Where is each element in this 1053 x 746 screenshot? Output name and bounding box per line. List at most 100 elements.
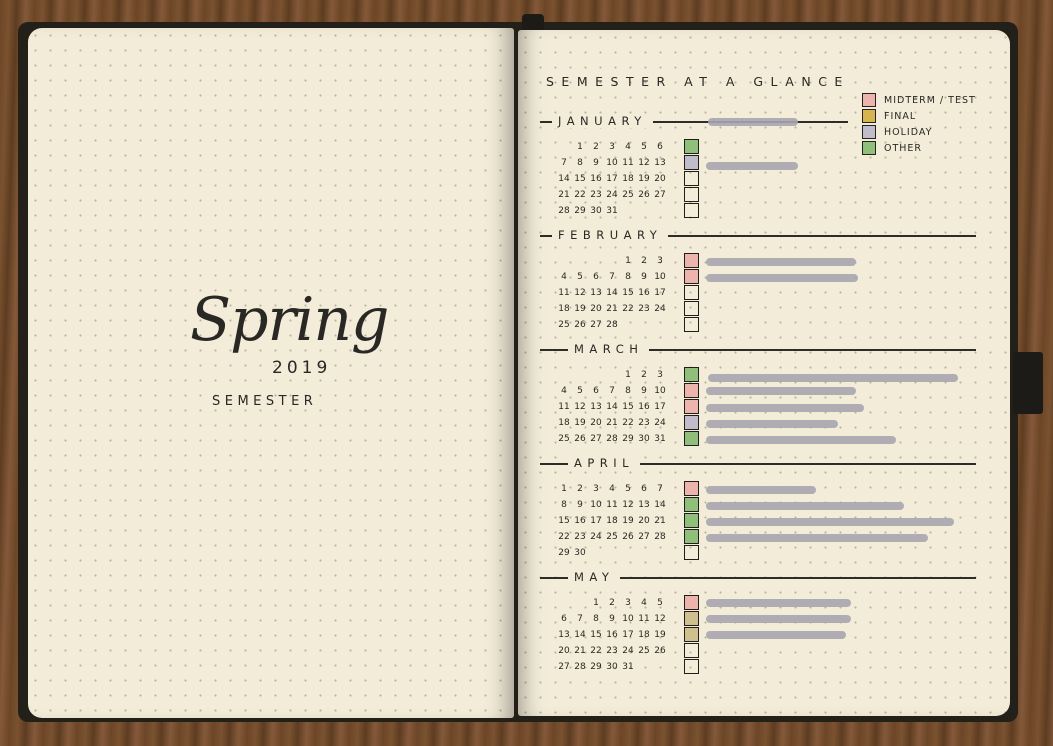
redacted-event-text bbox=[706, 258, 856, 266]
redacted-event-text bbox=[706, 599, 851, 607]
redacted-event-text bbox=[706, 518, 954, 526]
event-checkbox bbox=[684, 269, 699, 284]
month-name: MARCH bbox=[568, 342, 650, 356]
calendar-day: 18 bbox=[622, 174, 634, 184]
calendar-week: 6 7 8 9 10 11 12 bbox=[556, 611, 668, 627]
calendar-day: 11 bbox=[558, 288, 570, 298]
calendar-day: 18 bbox=[558, 418, 570, 428]
legend-item: OTHER bbox=[862, 140, 922, 156]
calendar-day: 30 bbox=[606, 662, 618, 672]
calendar-day: 30 bbox=[638, 434, 650, 444]
calendar-day: 25 bbox=[622, 190, 634, 200]
calendar-day: 6 bbox=[593, 272, 599, 282]
redacted-event-text bbox=[708, 118, 798, 126]
calendar-day: 11 bbox=[606, 500, 618, 510]
calendar-day: 4 bbox=[561, 272, 567, 282]
calendar-day: 24 bbox=[654, 418, 666, 428]
calendar-day: 19 bbox=[638, 174, 650, 184]
calendar-day: 16 bbox=[590, 174, 602, 184]
calendar-day: 21 bbox=[606, 418, 618, 428]
calendar-day: 8 bbox=[625, 272, 631, 282]
calendar-day: 18 bbox=[558, 304, 570, 314]
semester-label: SEMESTER bbox=[212, 394, 318, 409]
calendar-day: 25 bbox=[638, 646, 650, 656]
calendar-day: 12 bbox=[574, 288, 586, 298]
calendar-day: 19 bbox=[574, 304, 586, 314]
legend-color-box bbox=[862, 93, 876, 107]
legend-color-box bbox=[862, 109, 876, 123]
legend-item: FINAL bbox=[862, 108, 916, 124]
calendar-week: 123 bbox=[556, 253, 668, 269]
event-checkbox bbox=[684, 139, 699, 154]
calendar-day: 27 bbox=[638, 532, 650, 542]
calendar-day: 26 bbox=[622, 532, 634, 542]
calendar-day: 29 bbox=[574, 206, 586, 216]
calendar-day: 23 bbox=[590, 190, 602, 200]
calendar-day: 17 bbox=[606, 174, 618, 184]
event-checkbox bbox=[684, 643, 699, 658]
left-page bbox=[28, 28, 514, 718]
redacted-event-text bbox=[706, 162, 798, 170]
calendar-day: 12 bbox=[638, 158, 650, 168]
calendar-day: 31 bbox=[654, 434, 666, 444]
calendar-day: 30 bbox=[574, 548, 586, 558]
calendar-day: 1 bbox=[625, 370, 631, 380]
calendar-day: 20 bbox=[654, 174, 666, 184]
redacted-event-text bbox=[706, 387, 856, 395]
event-checkbox bbox=[684, 659, 699, 674]
calendar-day: 14 bbox=[558, 174, 570, 184]
calendar-day: 13 bbox=[638, 500, 650, 510]
event-checkbox bbox=[684, 253, 699, 268]
calendar-day: 18 bbox=[606, 516, 618, 526]
calendar-day: 22 bbox=[558, 532, 570, 542]
calendar-day: 14 bbox=[606, 288, 618, 298]
calendar-week: 22 23 24 25 26 27 28 bbox=[556, 529, 668, 545]
legend-color-box bbox=[862, 141, 876, 155]
month-calendar: 1 2 3 4 5 6 7 8 9 10 11 12 13 14 15 16 17 18 19 20 21 22 23 24 2… bbox=[556, 139, 668, 219]
calendar-day: 13 bbox=[590, 288, 602, 298]
calendar-day: 22 bbox=[590, 646, 602, 656]
calendar-day: 2 bbox=[577, 484, 583, 494]
calendar-day: 17 bbox=[654, 402, 666, 412]
calendar-day: 15 bbox=[574, 174, 586, 184]
legend-label: MIDTERM / TEST bbox=[884, 94, 976, 106]
calendar-day: 6 bbox=[641, 484, 647, 494]
calendar-day: 19 bbox=[654, 630, 666, 640]
calendar-day: 12 bbox=[574, 402, 586, 412]
calendar-day: 14 bbox=[654, 500, 666, 510]
calendar-day: 7 bbox=[561, 158, 567, 168]
calendar-day: 28 bbox=[606, 434, 618, 444]
calendar-day: 3 bbox=[625, 598, 631, 608]
calendar-day: 27 bbox=[654, 190, 666, 200]
event-checkbox bbox=[684, 611, 699, 626]
redacted-event-text bbox=[706, 615, 851, 623]
calendar-day: 15 bbox=[622, 288, 634, 298]
calendar-day: 15 bbox=[558, 516, 570, 526]
redacted-event-text bbox=[706, 631, 846, 639]
calendar-day: 3 bbox=[657, 256, 663, 266]
calendar-day: 26 bbox=[638, 190, 650, 200]
calendar-day: 27 bbox=[590, 434, 602, 444]
calendar-day: 11 bbox=[558, 402, 570, 412]
calendar-week: 11 12 13 14 15 16 17 bbox=[556, 399, 668, 415]
calendar-day: 24 bbox=[654, 304, 666, 314]
calendar-day: 22 bbox=[574, 190, 586, 200]
calendar-week: 27 28 29 30 31 bbox=[556, 659, 668, 675]
legend-label: FINAL bbox=[884, 110, 917, 122]
calendar-day: 23 bbox=[638, 304, 650, 314]
calendar-day: 10 bbox=[622, 614, 634, 624]
calendar-week: 7 8 9 10 11 12 13 bbox=[556, 155, 668, 171]
event-checkbox bbox=[684, 431, 699, 446]
calendar-day: 2 bbox=[609, 598, 615, 608]
calendar-week: 4 5 6 7 8 9 10 bbox=[556, 383, 668, 399]
calendar-day: 9 bbox=[593, 158, 599, 168]
calendar-day: 29 bbox=[590, 662, 602, 672]
event-checkbox bbox=[684, 481, 699, 496]
calendar-day: 1 bbox=[625, 256, 631, 266]
calendar-day: 20 bbox=[558, 646, 570, 656]
redacted-event-text bbox=[706, 404, 864, 412]
calendar-day: 1 bbox=[577, 142, 583, 152]
calendar-day: 10 bbox=[606, 158, 618, 168]
calendar-day: 26 bbox=[574, 320, 586, 330]
calendar-week: 123456 bbox=[556, 139, 668, 155]
